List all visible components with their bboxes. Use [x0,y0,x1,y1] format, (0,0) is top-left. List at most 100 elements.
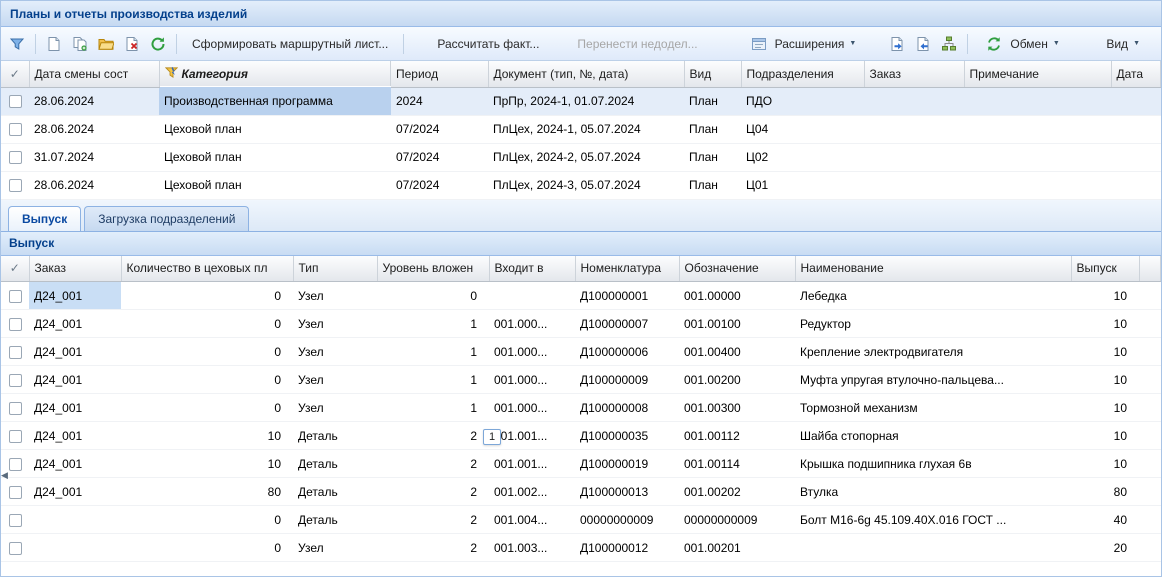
table-row[interactable]: 28.06.2024Цеховой план07/2024ПлЦех, 2024… [1,115,1161,143]
grid-cell[interactable]: Деталь [293,422,377,450]
table-row[interactable]: 28.06.2024Производственная программа2024… [1,87,1161,115]
grid-cell[interactable]: 001.00000 [679,282,795,310]
row-select-cell[interactable] [1,310,29,338]
grid-cell[interactable]: Муфта упругая втулочно-пальцева... [795,366,1071,394]
grid-cell[interactable]: Д24_001 [29,310,121,338]
grid-cell[interactable]: 1 [377,394,489,422]
grid-cell[interactable]: Д24_001 [29,394,121,422]
grid-cell[interactable] [964,87,1111,115]
grid-cell[interactable]: 10 [1071,310,1139,338]
column-header-category[interactable]: Категория [160,61,392,86]
grid-cell[interactable]: Д24_001 [29,450,121,478]
import-document-icon[interactable] [912,33,934,55]
grid-cell[interactable]: 0 [121,534,293,562]
column-header-output[interactable]: Выпуск [1071,256,1139,282]
grid-cell[interactable]: Узел [293,534,377,562]
column-header-type[interactable]: Тип [293,256,377,282]
grid-cell[interactable] [1139,478,1161,506]
grid-cell[interactable] [29,534,121,562]
column-header-division[interactable]: Подразделения [741,61,864,87]
grid-cell[interactable]: Цеховой план [159,143,391,171]
grid-cell[interactable] [1111,143,1161,171]
row-checkbox[interactable] [9,151,22,164]
grid-cell[interactable]: 0 [377,282,489,310]
grid-cell[interactable]: Д100000001 [575,282,679,310]
row-checkbox[interactable] [9,514,22,527]
grid-cell[interactable]: Д100000012 [575,534,679,562]
grid-cell[interactable]: 1 [377,366,489,394]
row-checkbox[interactable] [9,430,22,443]
grid-cell[interactable]: 07/2024 [391,143,488,171]
grid-cell[interactable]: 001.00202 [679,478,795,506]
column-header-date[interactable]: Дата смены сост [29,61,159,87]
grid-cell[interactable] [864,171,964,199]
grid-cell[interactable]: 001.000... [489,310,575,338]
calc-fact-button[interactable]: Рассчитать факт... [429,32,547,56]
table-row[interactable]: 0Узел2001.003...Д100000012001.0020120 [1,534,1161,562]
grid-cell[interactable]: Деталь [293,478,377,506]
grid-cell[interactable] [1139,366,1161,394]
grid-cell[interactable]: 80 [121,478,293,506]
table-row[interactable]: 0Деталь2001.004...0000000000900000000009… [1,506,1161,534]
row-select-cell[interactable] [1,394,29,422]
grid-cell[interactable]: План [684,87,741,115]
grid-cell[interactable] [1139,282,1161,310]
grid-cell[interactable]: 0 [121,506,293,534]
grid-cell[interactable]: 2 [377,506,489,534]
column-header-qty-in-shop-plans[interactable]: Количество в цеховых пл [121,256,293,282]
grid-cell[interactable]: Д24_001 [29,366,121,394]
grid-cell[interactable]: ПрПр, 2024-1, 01.07.2024 [488,87,684,115]
grid-cell[interactable]: 07/2024 [391,115,488,143]
table-row[interactable]: 31.07.2024Цеховой план07/2024ПлЦех, 2024… [1,143,1161,171]
select-all-header[interactable]: ✓ [1,61,29,87]
column-header-designation[interactable]: Обозначение [679,256,795,282]
grid-cell[interactable]: 10 [1071,450,1139,478]
row-checkbox[interactable] [9,458,22,471]
column-header-date2[interactable]: Дата [1111,61,1161,87]
row-select-cell[interactable] [1,143,29,171]
row-select-cell[interactable] [1,115,29,143]
grid-cell[interactable] [489,282,575,310]
grid-cell[interactable]: 2 [377,450,489,478]
grid-cell[interactable]: 001.00400 [679,338,795,366]
grid-cell[interactable]: Д24_001 [29,282,121,310]
refresh-icon[interactable] [147,33,169,55]
row-select-cell[interactable] [1,422,29,450]
exchange-button[interactable]: Обмен ▼ [975,32,1067,56]
grid-cell[interactable]: 001.002... [489,478,575,506]
row-checkbox[interactable] [9,95,22,108]
grid-cell[interactable]: Д100000035 [575,422,679,450]
grid-cell[interactable] [795,534,1071,562]
grid-cell[interactable]: Редуктор [795,310,1071,338]
grid-cell[interactable]: 1 [377,338,489,366]
row-select-cell[interactable] [1,534,29,562]
grid-cell[interactable]: Д24_001 [29,478,121,506]
grid-cell[interactable]: Узел [293,282,377,310]
column-header-nesting-level[interactable]: Уровень вложен [377,256,489,282]
grid-cell[interactable]: 00000000009 [679,506,795,534]
grid-cell[interactable]: Цеховой план [159,115,391,143]
grid-cell[interactable]: Д100000006 [575,338,679,366]
row-checkbox[interactable] [9,346,22,359]
grid-cell[interactable]: 2 [377,478,489,506]
grid-cell[interactable]: 0 [121,282,293,310]
grid-cell[interactable]: 28.06.2024 [29,171,159,199]
grid-cell[interactable]: 001.000... [489,338,575,366]
grid-cell[interactable]: 001.00200 [679,366,795,394]
column-header-order[interactable]: Заказ [29,256,121,282]
grid-cell[interactable]: ПлЦех, 2024-2, 05.07.2024 [488,143,684,171]
column-header-kind[interactable]: Вид [684,61,741,87]
column-header-name[interactable]: Наименование [795,256,1071,282]
grid-cell[interactable]: 001.00112 [679,422,795,450]
row-select-cell[interactable] [1,282,29,310]
grid-cell[interactable] [964,115,1111,143]
grid-cell[interactable]: Втулка [795,478,1071,506]
grid-cell[interactable]: 0 [121,394,293,422]
grid-cell[interactable]: 2024 [391,87,488,115]
grid-cell[interactable]: 10 [121,422,293,450]
row-select-cell[interactable] [1,506,29,534]
column-header-period[interactable]: Период [391,61,488,87]
grid-cell[interactable]: Д100000008 [575,394,679,422]
table-row[interactable]: Д24_0010Узел1001.000...Д100000006001.004… [1,338,1161,366]
row-checkbox[interactable] [9,374,22,387]
